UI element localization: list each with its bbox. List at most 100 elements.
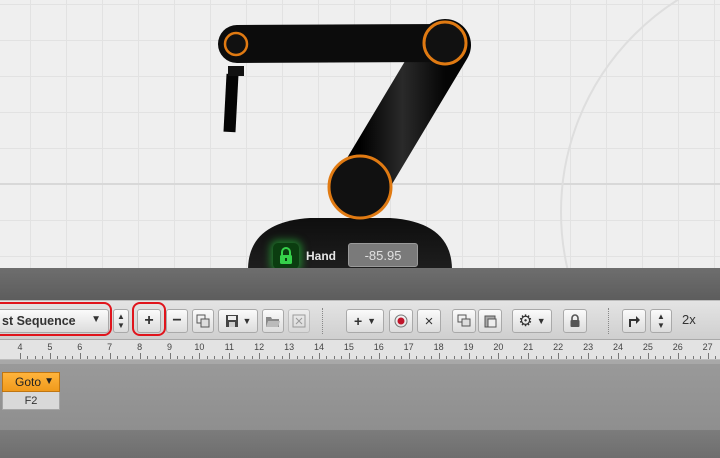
ruler-tick [274,356,276,359]
ruler-tick [550,356,552,359]
ruler-tick [259,353,261,359]
ruler-tick [72,356,74,359]
ruler-tick-label: 21 [523,342,534,352]
redo-arrow-icon [629,316,640,327]
save-menu-button[interactable]: ▼ [218,309,258,333]
hand-value-field[interactable]: -85.95 [348,243,418,267]
lock-icon [280,247,292,264]
ruler-tick [393,356,395,359]
ruler-tick [311,356,313,359]
ruler-tick [446,356,448,359]
ruler-tick [20,353,21,359]
ruler-tick [109,353,111,359]
ruler-tick [520,356,522,359]
paste-step-button[interactable] [478,309,502,333]
ruler-tick-label: 27 [702,342,713,352]
ruler-tick [453,356,455,359]
ruler-tick-label: 9 [166,342,173,352]
ruler-tick [296,356,298,359]
ruler-tick [191,356,193,359]
ruler-tick [610,356,612,359]
ruler-tick [236,356,238,359]
ruler-tick [528,353,530,359]
ruler-tick [132,356,134,359]
ruler-tick-label: 25 [642,342,653,352]
ruler-tick [42,356,44,359]
delete-file-button[interactable] [288,309,310,333]
lock-toggle-button[interactable] [563,309,587,333]
ruler-tick [483,356,485,359]
redo-button[interactable] [622,309,646,333]
duplicate-sequence-button[interactable] [192,309,214,333]
ruler-tick [535,356,537,359]
paste-icon [484,315,497,328]
open-button[interactable] [262,309,284,333]
timeline-step-block[interactable]: Goto ▼ [2,372,60,392]
timeline-ruler[interactable]: 4 5 6 7 8 9 10 11 12 13 14 15 16 17 18 19 20 21 22 23 24 25 26… [0,340,720,360]
ruler-tick [655,356,657,359]
ruler-tick [341,356,343,359]
robot-gripper [223,73,239,133]
ruler-tick [266,356,268,359]
ruler-tick [169,353,171,359]
ruler-tick [333,356,335,359]
ruler-tick [408,353,410,359]
chevron-down-icon: ▼ [536,316,546,326]
timeline-track[interactable]: Goto ▼ F2 [0,360,720,458]
copy-icon [196,314,210,328]
ruler-tick [692,356,694,359]
viewport-footer-band [0,268,720,300]
ruler-tick [416,356,418,359]
robot-wrist-link [228,66,244,76]
chevron-up-icon: ▲ [657,312,665,321]
remove-sequence-button[interactable]: − [166,309,188,333]
ruler-tick [431,356,433,359]
ruler-tick-label: 20 [493,342,504,352]
ruler-tick-label: 8 [137,342,143,352]
ruler-tick-label: 18 [433,342,444,352]
chevron-down-icon: ▼ [117,321,125,330]
ruler-tick [229,353,231,359]
ruler-tick [289,353,291,359]
ruler-tick [281,356,283,359]
ruler-tick [326,356,328,359]
copy-step-icon [457,314,471,327]
ruler-tick [468,353,470,359]
ruler-tick [87,356,89,359]
ruler-tick [251,356,253,359]
ruler-tick [401,356,403,359]
shoulder-joint [327,154,393,220]
ruler-tick [154,356,156,359]
settings-menu-button[interactable]: ⚙ ▼ [512,309,552,333]
speed-stepper[interactable]: ▲ ▼ [650,309,672,333]
sequence-stepper[interactable]: ▲ ▼ [113,309,129,333]
ruler-tick [102,356,104,359]
ruler-tick [124,356,126,359]
ruler-tick-label: 13 [284,342,295,352]
ruler-tick [475,356,477,359]
ruler-tick [34,356,36,359]
ruler-tick-label: 4 [17,342,23,352]
wrist-joint [223,31,249,57]
highlight-add-button [132,302,166,336]
toolbar-separator [322,308,323,334]
add-step-label: + [353,313,363,329]
ruler-tick-label: 17 [403,342,414,352]
ruler-tick [244,356,246,359]
record-button[interactable] [389,309,413,333]
save-icon [225,315,238,327]
ruler-tick [625,356,627,359]
ruler-tick [139,353,141,359]
stop-button[interactable]: × [417,309,441,333]
add-step-button[interactable]: + ▼ [346,309,384,333]
ruler-tick [304,356,306,359]
lock-button[interactable] [273,243,299,268]
ruler-tick [632,356,634,359]
ruler-tick [543,356,545,359]
ruler-tick [640,356,642,359]
robot-3d-viewport[interactable]: Hand -85.95 [0,0,720,268]
chevron-down-icon: ▼ [44,376,54,387]
copy-step-button[interactable] [452,309,476,333]
step-block-argument[interactable]: F2 [2,392,60,410]
robot-arm-model[interactable] [0,0,720,268]
